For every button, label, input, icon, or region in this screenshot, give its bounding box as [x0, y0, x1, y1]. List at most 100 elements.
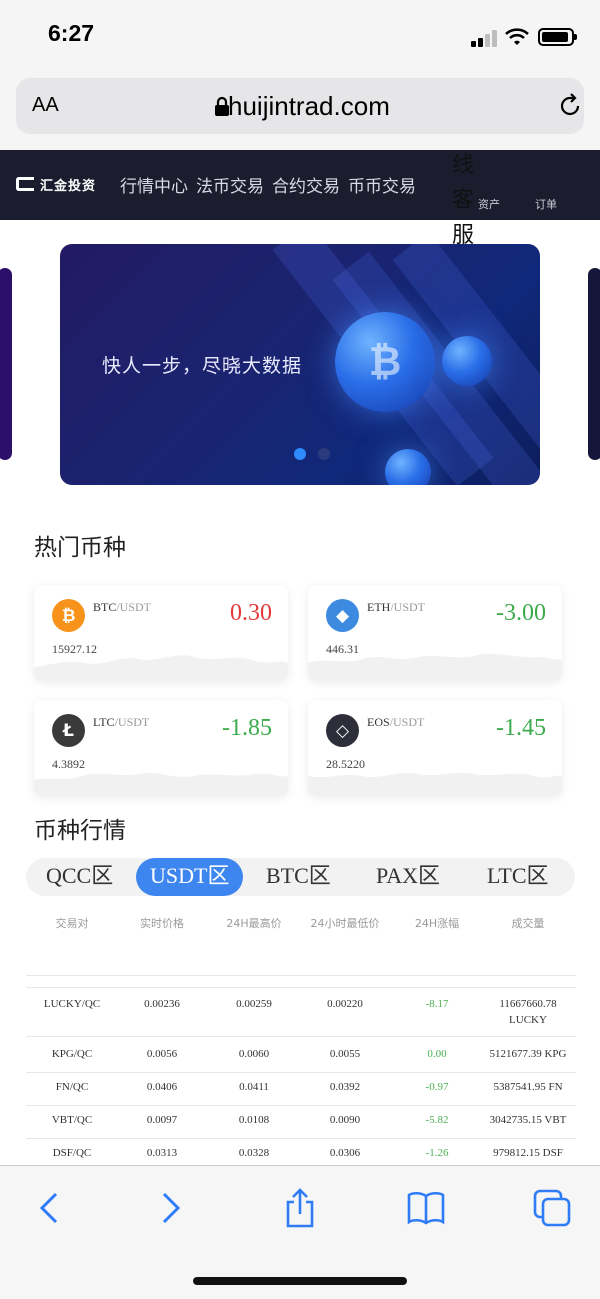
- cell-volume: 11667660.78 LUCKY: [499, 998, 557, 1026]
- cell-low: 0.00220: [327, 998, 363, 1010]
- site-header: 汇金投资 行情中心 法币交易 合约交易 币币交易: [0, 150, 600, 220]
- wifi-icon: [505, 28, 529, 45]
- battery-icon: [538, 28, 577, 46]
- coin-price: 446.31: [326, 642, 359, 656]
- coin-price: 15927.12: [52, 642, 97, 656]
- share-icon[interactable]: [280, 1188, 320, 1228]
- browser-address-area: AA huijintrad.com: [0, 72, 600, 150]
- col-high: 24H最高价: [226, 917, 282, 930]
- coin-base: BTC: [93, 600, 117, 614]
- nav-contract-trade[interactable]: 合约交易: [272, 172, 340, 197]
- cell-high: 0.0411: [239, 1081, 269, 1093]
- hot-coins-title: 热门币种: [34, 535, 126, 561]
- cell-volume: 5121677.39 KPG: [489, 1048, 567, 1060]
- market-title: 币种行情: [34, 818, 126, 844]
- coin-price: 28.5220: [326, 757, 365, 771]
- col-change: 24H涨幅: [414, 917, 460, 930]
- address-bar[interactable]: AA huijintrad.com: [16, 78, 584, 134]
- url-text[interactable]: huijintrad.com: [228, 91, 390, 122]
- nav-fiat-trade[interactable]: 法币交易: [196, 172, 264, 197]
- eos-icon: ◇: [326, 714, 359, 747]
- cell-high: 0.0108: [238, 1114, 270, 1126]
- hot-coin-card[interactable]: ₿ BTC/USDT 0.30 15927.12: [34, 585, 288, 681]
- banner-slogan: 快人一步，尽晓大数据: [102, 355, 303, 377]
- nav-orders[interactable]: 订单: [535, 196, 557, 212]
- cell-change: -0.97: [425, 1081, 449, 1093]
- cell-pair: KPG/QC: [51, 1048, 93, 1060]
- tab-pax[interactable]: PAX区: [376, 858, 440, 896]
- tab-ltc[interactable]: LTC区: [487, 858, 549, 896]
- tab-btc[interactable]: BTC区: [266, 858, 331, 896]
- cell-low: 0.0306: [329, 1147, 361, 1159]
- cell-volume: 5387541.95 FN: [493, 1081, 563, 1093]
- back-icon[interactable]: [30, 1188, 70, 1228]
- nav-coin-trade[interactable]: 币币交易: [348, 172, 416, 197]
- row-divider: [26, 1036, 576, 1037]
- main-nav: 行情中心 法币交易 合约交易 币币交易: [120, 172, 416, 197]
- text-size-button[interactable]: AA: [32, 94, 59, 117]
- table-divider: [26, 975, 576, 976]
- cell-high: 0.00259: [236, 998, 272, 1010]
- carousel-next-card: [588, 268, 600, 460]
- coin-quote: /USDT: [116, 600, 152, 614]
- bitcoin-icon: ₿: [52, 599, 85, 632]
- col-low: 24小时最低价: [310, 917, 380, 930]
- table-row[interactable]: KPG/QC 0.0056 0.0060 0.0055 0.00 5121677.39 K…: [26, 1046, 576, 1072]
- hot-coin-card[interactable]: Ł LTC/USDT -1.85 4.3892: [34, 700, 288, 796]
- ethereum-icon: ◆: [326, 599, 359, 632]
- status-time: 6:27: [48, 20, 95, 46]
- cell-low: 0.0090: [329, 1114, 361, 1126]
- nav-assets[interactable]: 资产: [478, 196, 500, 212]
- coin-base: LTC: [93, 715, 115, 729]
- tab-usdt[interactable]: USDT区: [136, 858, 244, 896]
- carousel-dot[interactable]: [318, 448, 330, 460]
- banner-carousel[interactable]: ₿ 快人一步，尽晓大数据: [60, 244, 540, 485]
- coin-pair: ETH/USDT: [367, 600, 425, 615]
- status-bar: 6:27: [0, 0, 600, 72]
- cell-price: 0.0313: [146, 1147, 178, 1159]
- table-row[interactable]: LUCKY/QC 0.00236 0.00259 0.00220 -8.17 116676…: [26, 996, 576, 1036]
- coin-quote: /USDT: [389, 715, 425, 729]
- litecoin-icon: Ł: [52, 714, 85, 747]
- forward-icon[interactable]: [150, 1188, 190, 1228]
- row-divider: [26, 1105, 576, 1106]
- hot-coin-card[interactable]: ◆ ETH/USDT -3.00 446.31: [308, 585, 562, 681]
- hot-coin-card[interactable]: ◇ EOS/USDT -1.45 28.5220: [308, 700, 562, 796]
- cell-volume: 979812.15 DSF: [493, 1147, 563, 1159]
- table-row[interactable]: FN/QC 0.0406 0.0411 0.0392 -0.97 5387541.95 F…: [26, 1079, 576, 1105]
- coin-graphic: [442, 336, 492, 386]
- tab-qcc[interactable]: QCC区: [46, 858, 113, 896]
- cell-pair: LUCKY/QC: [43, 998, 101, 1010]
- carousel-dot-active[interactable]: [294, 448, 306, 460]
- coin-graphic: ₿: [335, 312, 435, 412]
- table-row[interactable]: VBT/QC 0.0097 0.0108 0.0090 -5.82 3042735.15 …: [26, 1112, 576, 1138]
- row-divider: [26, 1138, 576, 1139]
- coin-change: 0.30: [230, 600, 272, 626]
- logo-mark-icon: [16, 177, 34, 191]
- cell-pair: VBT/QC: [51, 1114, 93, 1126]
- coin-graphic: [385, 449, 431, 485]
- coin-quote: /USDT: [114, 715, 150, 729]
- overflow-char: 线: [452, 153, 475, 178]
- reload-icon[interactable]: [556, 92, 584, 120]
- nav-market-center[interactable]: 行情中心: [120, 172, 188, 197]
- cell-price: 0.0056: [146, 1048, 178, 1060]
- cell-pair: FN/QC: [55, 1081, 89, 1093]
- cell-high: 0.0060: [238, 1048, 270, 1060]
- coin-pair: EOS/USDT: [367, 715, 424, 730]
- bookmarks-icon[interactable]: [406, 1188, 446, 1228]
- coin-change: -1.85: [222, 715, 272, 741]
- cell-high: 0.0328: [238, 1147, 270, 1159]
- col-price: 实时价格: [140, 917, 184, 930]
- coin-pair: BTC/USDT: [93, 600, 151, 615]
- coin-pair: LTC/USDT: [93, 715, 149, 730]
- cell-volume: 3042735.15 VBT: [489, 1114, 567, 1126]
- site-logo[interactable]: 汇金投资: [16, 176, 96, 194]
- col-pair: 交易对: [55, 917, 89, 930]
- cell-change: -1.26: [425, 1147, 449, 1159]
- coin-base: ETH: [367, 600, 391, 614]
- cell-low: 0.0055: [329, 1048, 361, 1060]
- carousel-dots: [294, 448, 330, 460]
- coin-base: EOS: [367, 715, 390, 729]
- tabs-icon[interactable]: [532, 1188, 572, 1228]
